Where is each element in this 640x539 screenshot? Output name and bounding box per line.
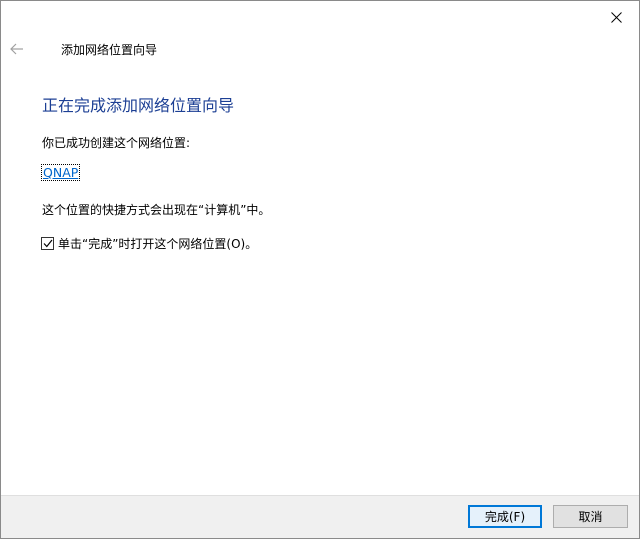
cancel-button[interactable]: 取消 — [553, 505, 628, 528]
page-heading: 正在完成添加网络位置向导 — [42, 96, 235, 115]
open-location-option[interactable]: 单击“完成”时打开这个网络位置(O)。 — [41, 235, 257, 252]
success-message: 你已成功创建这个网络位置: — [42, 136, 191, 150]
network-location-link[interactable]: QNAP — [40, 164, 81, 181]
close-button[interactable] — [593, 1, 639, 33]
back-button[interactable] — [5, 39, 29, 59]
shortcut-info-text: 这个位置的快捷方式会出现在“计算机”中。 — [42, 203, 271, 217]
button-bar: 完成(F) 取消 — [1, 495, 639, 538]
checkmark-icon — [43, 239, 52, 248]
wizard-title: 添加网络位置向导 — [61, 43, 158, 57]
close-icon — [610, 11, 622, 23]
back-arrow-icon — [10, 43, 23, 55]
open-location-label: 单击“完成”时打开这个网络位置(O)。 — [58, 237, 258, 251]
finish-button[interactable]: 完成(F) — [468, 505, 542, 528]
open-location-checkbox[interactable] — [41, 237, 54, 250]
wizard-window: 添加网络位置向导 正在完成添加网络位置向导 你已成功创建这个网络位置: QNAP… — [0, 0, 640, 539]
